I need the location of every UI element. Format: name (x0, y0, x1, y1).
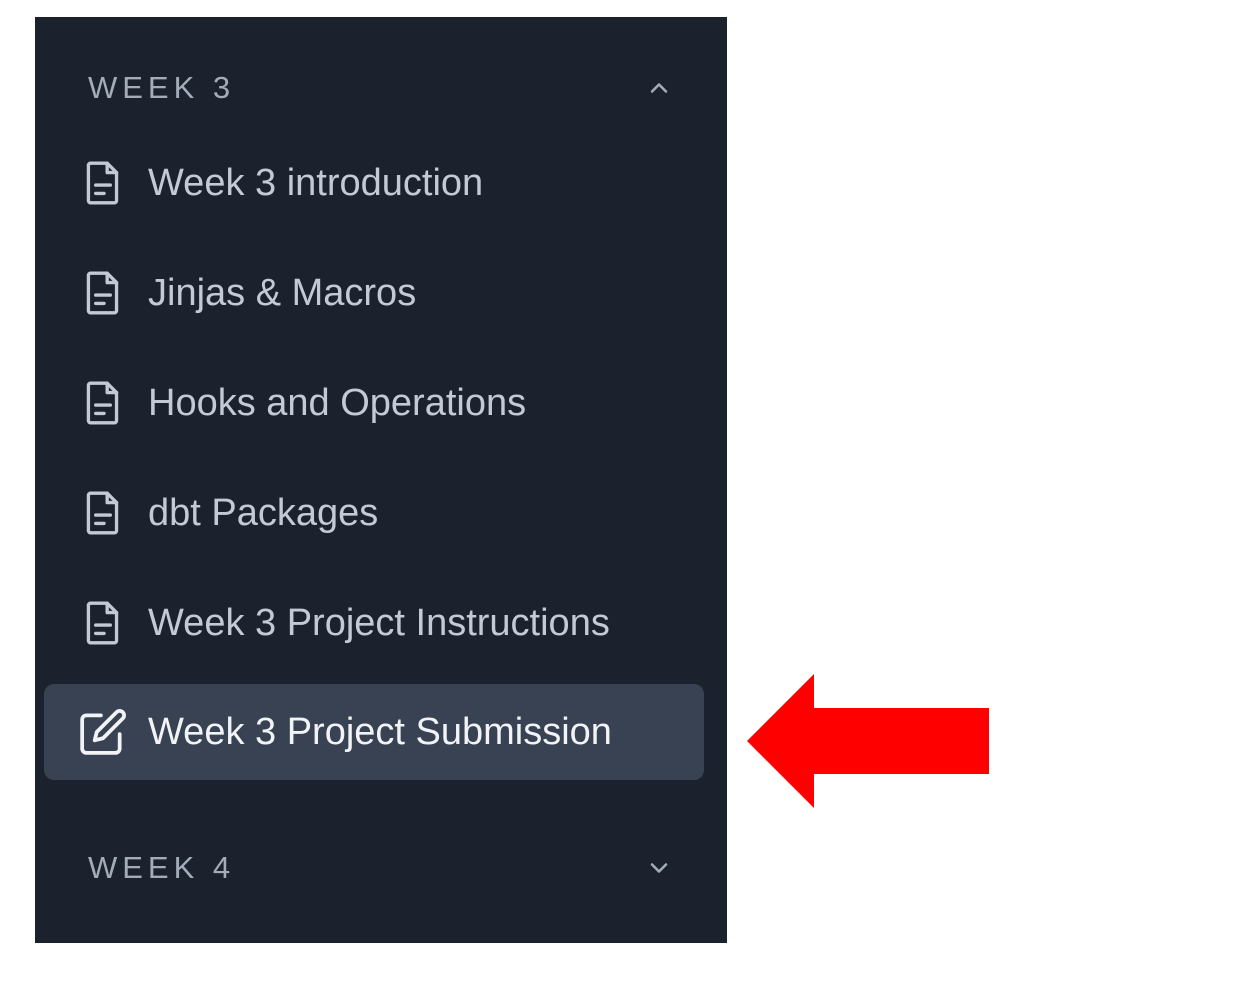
sidebar-item-week-3-introduction[interactable]: Week 3 introduction (44, 135, 704, 231)
chevron-up-icon[interactable] (645, 74, 673, 102)
document-icon (78, 268, 128, 318)
section-header-week-4[interactable]: WEEK 4 (35, 838, 727, 898)
chevron-down-icon[interactable] (645, 854, 673, 882)
sidebar-item-label: dbt Packages (148, 492, 379, 534)
section-title: WEEK 4 (88, 850, 236, 885)
course-sidebar: WEEK 3 Week 3 introduction Jinjas & Macr… (35, 17, 727, 943)
document-icon (78, 488, 128, 538)
sidebar-item-label: Week 3 Project Submission (148, 711, 612, 753)
sidebar-item-label: Jinjas & Macros (148, 272, 417, 314)
section-header-week-3[interactable]: WEEK 3 (35, 58, 727, 118)
sidebar-item-label: Week 3 Project Instructions (148, 602, 610, 644)
edit-icon (78, 707, 128, 757)
section-title: WEEK 3 (88, 70, 236, 105)
sidebar-item-label: Hooks and Operations (148, 382, 527, 424)
sidebar-item-jinjas-macros[interactable]: Jinjas & Macros (44, 245, 704, 341)
document-icon (78, 378, 128, 428)
sidebar-item-label: Week 3 introduction (148, 162, 484, 204)
arrow-left-icon (747, 674, 989, 808)
document-icon (78, 598, 128, 648)
document-icon (78, 158, 128, 208)
sidebar-item-hooks-and-operations[interactable]: Hooks and Operations (44, 355, 704, 451)
sidebar-item-dbt-packages[interactable]: dbt Packages (44, 465, 704, 561)
sidebar-item-week-3-project-instructions[interactable]: Week 3 Project Instructions (44, 575, 704, 671)
sidebar-item-week-3-project-submission[interactable]: Week 3 Project Submission (44, 684, 704, 780)
